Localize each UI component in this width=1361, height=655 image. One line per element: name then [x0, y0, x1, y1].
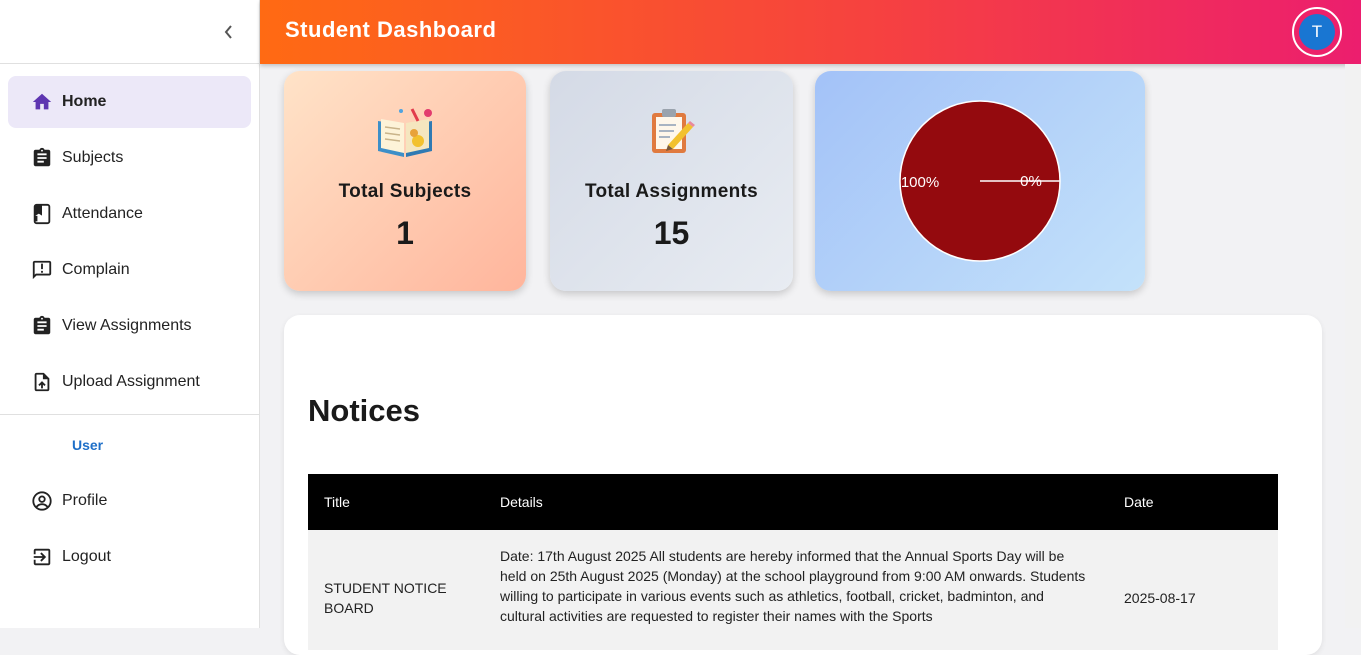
total-assignments-card: Total Assignments 15 [550, 71, 793, 291]
sidebar-item-logout[interactable]: Logout [8, 531, 251, 583]
table-header: Title Details Date [308, 474, 1278, 530]
app-bar: Student Dashboard T [260, 0, 1361, 64]
sidebar-section-user: User [72, 437, 104, 453]
book-icon [373, 101, 437, 161]
column-header-details: Details [500, 494, 543, 510]
sidebar-item-attendance[interactable]: Attendance [8, 188, 251, 240]
scrollbar[interactable] [1345, 64, 1361, 628]
card-title: Total Assignments [585, 181, 758, 202]
main-content: Total Subjects 1 Total Assignments 15 10… [260, 64, 1361, 655]
home-icon [30, 90, 54, 114]
account-button[interactable]: T [1292, 7, 1342, 57]
notice-title-cell: STUDENT NOTICE BOARD [324, 580, 447, 616]
sidebar-item-home[interactable]: Home [8, 76, 251, 128]
card-value: 15 [653, 215, 690, 251]
chevron-left-icon[interactable] [217, 20, 241, 44]
sidebar-item-label: Attendance [62, 205, 143, 222]
avatar: T [1299, 14, 1335, 50]
notice-details-cell: Date: 17th August 2025 All students are … [500, 548, 1086, 624]
sidebar-item-label: Profile [62, 492, 108, 509]
sidebar-item-label: Upload Assignment [62, 373, 200, 390]
notice-date-cell: 2025-08-17 [1124, 590, 1196, 606]
assignment-icon [30, 314, 54, 338]
table-row[interactable]: STUDENT NOTICE BOARD Date: 17th August 2… [308, 530, 1278, 650]
sidebar-item-complain[interactable]: Complain [8, 244, 251, 296]
sidebar-item-label: View Assignments [62, 317, 192, 334]
attendance-pie-chart: 100% 0% [899, 100, 1061, 262]
sidebar: Home Subjects Attendance Complain View A… [0, 0, 260, 628]
assignment-icon [30, 146, 54, 170]
logout-icon [30, 545, 54, 569]
notices-table: Title Details Date STUDENT NOTICE BOARD … [308, 474, 1278, 650]
account-circle-icon [30, 489, 54, 513]
sidebar-item-upload-assignment[interactable]: Upload Assignment [8, 356, 251, 408]
column-header-date: Date [1124, 494, 1154, 510]
sidebar-item-label: Logout [62, 548, 111, 565]
pie-label: 0% [1020, 173, 1042, 190]
card-value: 1 [396, 215, 414, 251]
attendance-pie-card: 100% 0% [815, 71, 1145, 291]
sidebar-item-view-assignments[interactable]: View Assignments [8, 300, 251, 352]
sidebar-item-label: Subjects [62, 149, 124, 166]
page-title: Student Dashboard [285, 17, 497, 42]
notices-panel: Notices Title Details Date STUDENT NOTIC… [284, 315, 1322, 655]
sidebar-item-label: Home [62, 93, 107, 110]
total-subjects-card: Total Subjects 1 [284, 71, 526, 291]
sidebar-header [0, 0, 259, 64]
sidebar-item-profile[interactable]: Profile [8, 475, 251, 527]
pie-label: 100% [901, 174, 939, 191]
sidebar-item-subjects[interactable]: Subjects [8, 132, 251, 184]
bookmark-icon [30, 202, 54, 226]
card-title: Total Subjects [338, 181, 472, 202]
notices-heading: Notices [308, 393, 420, 428]
sidebar-nav: Home Subjects Attendance Complain View A… [0, 64, 259, 583]
upload-file-icon [30, 370, 54, 394]
clipboard-icon [640, 101, 704, 161]
sidebar-item-label: Complain [62, 261, 130, 278]
column-header-title: Title [324, 494, 350, 510]
feedback-icon [30, 258, 54, 282]
